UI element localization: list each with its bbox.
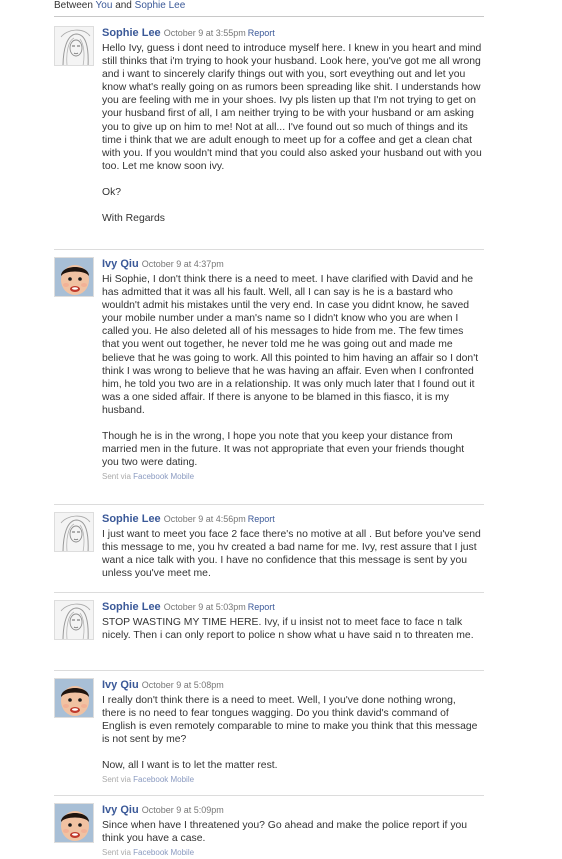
message-date: October 9 at 5:08pm	[141, 680, 224, 690]
message-item: Sophie Lee October 9 at 3:55pm Report Hell…	[54, 18, 484, 250]
participant-link[interactable]: Sophie Lee	[135, 0, 186, 11]
sketch-portrait-icon[interactable]	[54, 26, 94, 66]
sender-name-link[interactable]: Ivy Qiu	[102, 804, 139, 816]
message-text: I just want to meet you face 2 face ther…	[102, 529, 481, 580]
report-link[interactable]: Report	[248, 514, 275, 524]
sent-via-label: Sent via Facebook Mobile	[102, 775, 195, 785]
message-item: Ivy Qiu October 9 at 5:09pm Since when ha…	[54, 795, 484, 859]
message-item: Ivy Qiu October 9 at 5:08pm I really don'…	[54, 670, 484, 796]
facebook-mobile-link[interactable]: Facebook Mobile	[133, 775, 194, 784]
sent-via-label: Sent via Facebook Mobile	[102, 848, 195, 858]
sender-name-link[interactable]: Sophie Lee	[102, 601, 161, 613]
message-item: Ivy Qiu October 9 at 4:37pm Hi Sophie, I …	[54, 249, 484, 505]
report-link[interactable]: Report	[248, 28, 275, 38]
baby-photo-icon[interactable]	[54, 678, 94, 718]
message-text: Hi Sophie, I don't think there is a need…	[102, 274, 479, 469]
message-date: October 9 at 4:56pm	[163, 514, 246, 524]
message-date: October 9 at 5:03pm	[163, 602, 246, 612]
sketch-portrait-icon[interactable]	[54, 600, 94, 640]
sender-name-link[interactable]: Ivy Qiu	[102, 258, 139, 270]
facebook-mobile-link[interactable]: Facebook Mobile	[133, 848, 194, 857]
message-text: Hello Ivy, guess i dont need to introduc…	[102, 43, 482, 225]
sender-name-link[interactable]: Sophie Lee	[102, 513, 161, 525]
message-item: Sophie Lee October 9 at 5:03pm Report STOP…	[54, 592, 484, 671]
message-text: I really don't think there is a need to …	[102, 695, 478, 772]
report-link[interactable]: Report	[248, 602, 275, 612]
message-date: October 9 at 5:09pm	[141, 805, 224, 815]
baby-photo-icon[interactable]	[54, 803, 94, 843]
message-text: Since when have I threatened you? Go ahe…	[102, 820, 468, 845]
sketch-portrait-icon[interactable]	[54, 512, 94, 552]
conversation-participants: Between You and Sophie Lee	[54, 0, 186, 11]
you-link[interactable]: You	[96, 0, 113, 11]
message-text: STOP WASTING MY TIME HERE. Ivy, if u ins…	[102, 617, 474, 642]
sender-name-link[interactable]: Ivy Qiu	[102, 679, 139, 691]
message-date: October 9 at 3:55pm	[163, 28, 246, 38]
divider	[54, 16, 484, 17]
sent-via-label: Sent via Facebook Mobile	[102, 472, 195, 482]
facebook-mobile-link[interactable]: Facebook Mobile	[133, 472, 194, 481]
baby-photo-icon[interactable]	[54, 257, 94, 297]
message-item: Sophie Lee October 9 at 4:56pm Report I ju…	[54, 504, 484, 593]
sender-name-link[interactable]: Sophie Lee	[102, 27, 161, 39]
message-date: October 9 at 4:37pm	[141, 259, 224, 269]
